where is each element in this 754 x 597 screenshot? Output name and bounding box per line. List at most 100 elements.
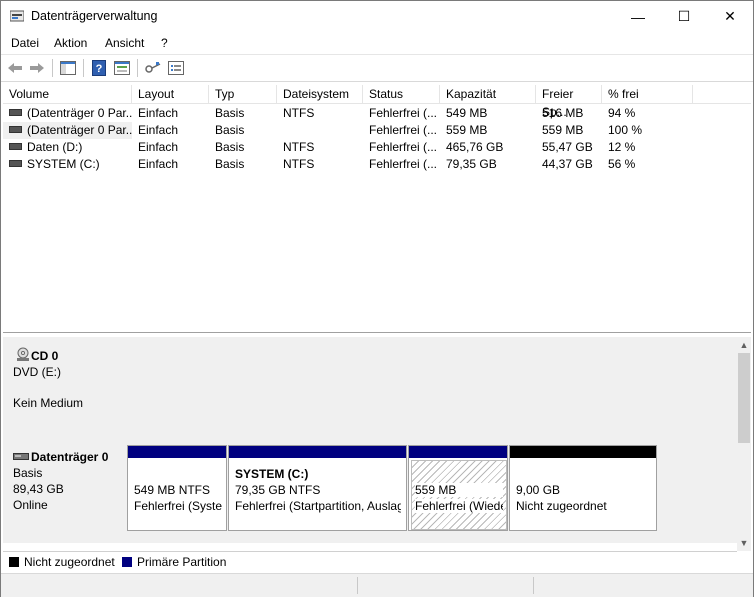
primary-partition-bar	[409, 446, 507, 458]
unallocated-swatch	[9, 557, 19, 567]
table-row[interactable]: (Datenträger 0 Par... Einfach Basis NTFS…	[3, 105, 751, 122]
close-icon: ✕	[724, 8, 736, 24]
column-header-layout[interactable]: Layout	[132, 85, 209, 103]
menu-aktion[interactable]: Aktion	[54, 36, 87, 50]
disk-0-type: Basis	[13, 466, 43, 480]
primary-partition-swatch	[122, 557, 132, 567]
filesystem-cell	[277, 122, 363, 139]
layout-cell: Einfach	[138, 106, 179, 120]
properties-view-button[interactable]	[112, 58, 132, 78]
type-cell: Basis	[215, 157, 245, 171]
capacity-cell: 559 MB	[446, 123, 488, 137]
disk-properties-button[interactable]	[166, 58, 186, 78]
volume-name-cell: (Datenträger 0 Par...	[3, 105, 132, 122]
filesystem-cell: NTFS	[283, 106, 315, 120]
menu-help[interactable]: ?	[161, 36, 168, 50]
window-title: Datenträgerverwaltung	[31, 9, 158, 23]
menu-ansicht[interactable]: Ansicht	[105, 36, 144, 50]
cd-0-drive: DVD (E:)	[13, 365, 61, 379]
close-button[interactable]: ✕	[707, 1, 753, 32]
capacity-cell: 79,35 GB	[446, 157, 497, 171]
free-space-cell: 55,47 GB	[542, 140, 593, 154]
title-bar: Datenträgerverwaltung — ☐ ✕	[1, 1, 753, 32]
partition-recovery[interactable]: 559 MB Fehlerfrei (Wiede	[408, 445, 508, 531]
status-cell: Fehlerfrei (...	[369, 157, 438, 171]
filesystem-cell: NTFS	[283, 140, 315, 154]
column-header-dateisystem[interactable]: Dateisystem	[277, 85, 363, 103]
table-row[interactable]: Daten (D:) Einfach Basis NTFS Fehlerfrei…	[3, 139, 751, 156]
partition-size: 79,35 GB NTFS	[235, 483, 321, 497]
forward-button[interactable]	[27, 58, 47, 78]
forward-arrow-icon	[30, 63, 44, 73]
volume-name-cell: SYSTEM (C:)	[3, 156, 132, 173]
table-row[interactable]: SYSTEM (C:) Einfach Basis NTFS Fehlerfre…	[3, 156, 751, 173]
hard-disk-icon	[13, 453, 29, 460]
toolbar-separator	[137, 59, 138, 77]
cd-0-label-panel[interactable]: CD 0 DVD (E:) Kein Medium	[3, 343, 128, 439]
key-icon	[145, 62, 161, 73]
column-header-status[interactable]: Status	[363, 85, 440, 103]
cd-0-media-status: Kein Medium	[13, 396, 84, 410]
partition-unallocated[interactable]: 9,00 GB Nicht zugeordnet	[509, 445, 657, 531]
scroll-thumb[interactable]	[738, 353, 750, 443]
volume-name-cell: Daten (D:)	[3, 139, 132, 156]
disk-management-app-icon	[10, 10, 24, 22]
status-divider	[357, 577, 358, 594]
properties-icon	[168, 61, 184, 75]
primary-partition-bar	[128, 446, 226, 458]
help-button[interactable]: ?	[89, 58, 109, 78]
volume-name-cell: (Datenträger 0 Par...	[3, 122, 132, 139]
volume-icon	[9, 160, 22, 168]
partition-status: Fehlerfrei (Wiede	[415, 499, 503, 513]
back-button[interactable]	[5, 58, 25, 78]
toolbar: ?	[1, 55, 753, 82]
partition-status: Nicht zugeordnet	[516, 499, 607, 513]
column-header-prozent-frei[interactable]: % frei	[602, 85, 693, 103]
minimize-button[interactable]: —	[615, 1, 661, 32]
column-header-typ[interactable]: Typ	[209, 85, 277, 103]
vertical-scrollbar[interactable]: ▲ ▼	[737, 337, 751, 551]
toolbar-separator	[83, 59, 84, 77]
disk-graphical-view: CD 0 DVD (E:) Kein Medium Datenträger 0 …	[3, 337, 737, 543]
layout-cell: Einfach	[138, 140, 179, 154]
percent-free-cell: 12 %	[608, 140, 636, 154]
partition-system-c[interactable]: SYSTEM (C:) 79,35 GB NTFS Fehlerfrei (St…	[228, 445, 407, 531]
disk-0-name: Datenträger 0	[31, 450, 109, 464]
show-hide-console-tree-button[interactable]	[58, 58, 78, 78]
scroll-up-icon[interactable]: ▲	[737, 338, 751, 352]
column-header-kapazitaet[interactable]: Kapazität	[440, 85, 536, 103]
table-row[interactable]: (Datenträger 0 Par... Einfach Basis Fehl…	[3, 122, 751, 139]
status-divider	[533, 577, 534, 594]
status-cell: Fehlerfrei (...	[369, 123, 438, 137]
svg-text:?: ?	[96, 63, 103, 75]
menu-bar: Datei Aktion Ansicht ?	[1, 32, 753, 55]
column-header-volume[interactable]: Volume	[3, 85, 132, 103]
cd-0-name: CD 0	[31, 349, 59, 363]
menu-datei[interactable]: Datei	[11, 36, 39, 50]
volume-icon	[9, 143, 22, 151]
disk-0-label-panel[interactable]: Datenträger 0 Basis 89,43 GB Online	[3, 445, 128, 531]
volume-list: Volume Layout Typ Dateisystem Status Kap…	[3, 85, 751, 333]
partition-status: Fehlerfrei (Syste	[134, 499, 222, 513]
filesystem-cell: NTFS	[283, 157, 315, 171]
percent-free-cell: 100 %	[608, 123, 643, 137]
cd-drive-icon	[17, 347, 29, 361]
disk-0-state: Online	[13, 498, 48, 512]
layout-cell: Einfach	[138, 157, 179, 171]
free-space-cell: 44,37 GB	[542, 157, 593, 171]
free-space-cell: 559 MB	[542, 123, 584, 137]
status-cell: Fehlerfrei (...	[369, 106, 438, 120]
partition-system-reserved[interactable]: 549 MB NTFS Fehlerfrei (Syste	[127, 445, 227, 531]
partition-size: 559 MB	[415, 483, 503, 497]
type-cell: Basis	[215, 106, 245, 120]
scroll-down-icon[interactable]: ▼	[737, 536, 751, 550]
column-header-freier-speicher[interactable]: Freier Sp...	[536, 85, 602, 119]
partition-size: 9,00 GB	[516, 483, 561, 497]
primary-partition-bar	[229, 446, 406, 458]
volume-icon	[9, 109, 22, 117]
cd-0-media-area[interactable]	[127, 343, 737, 439]
connect-disk-button[interactable]	[143, 58, 163, 78]
back-arrow-icon	[8, 63, 22, 73]
maximize-button[interactable]: ☐	[661, 1, 707, 32]
toolbar-separator	[52, 59, 53, 77]
